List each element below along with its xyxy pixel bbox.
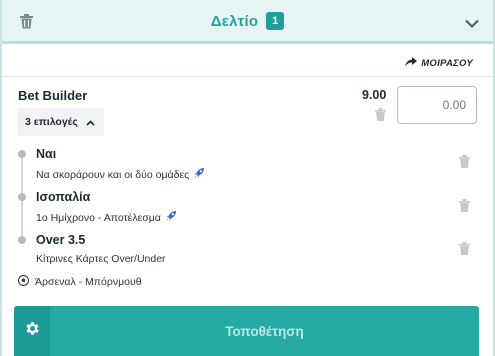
timeline-dot: [18, 236, 26, 244]
total-odds: 9.00: [362, 88, 387, 102]
selection-count-badge: 1: [266, 12, 285, 30]
share-arrow-icon: [405, 54, 418, 72]
leg-title: Over 3.5: [36, 233, 86, 247]
match-name: Άρσεναλ - Μπόρνμουθ: [35, 276, 142, 288]
rocket-icon: [193, 167, 205, 182]
settings-button[interactable]: [14, 306, 50, 356]
leg-market-label: 1ο Ημίχρονο - Αποτέλεσμα: [36, 211, 161, 224]
trash-icon[interactable]: [459, 155, 470, 173]
leg-title: Ισοπαλία: [36, 190, 91, 204]
place-bet-button[interactable]: Τοποθέτηση: [50, 306, 479, 356]
chevron-up-icon: [86, 113, 95, 131]
divider: [2, 76, 493, 77]
rocket-icon: [165, 210, 177, 225]
leg-market-label: Να σκοράρουν και οι δύο ομάδες: [36, 168, 190, 181]
bet-builder-title: Bet Builder: [18, 88, 88, 103]
place-bet-bar: Τοποθέτηση: [14, 306, 479, 356]
timeline-dot: [18, 150, 26, 158]
share-button[interactable]: ΜΟΙΡΑΣΟΥ: [405, 54, 473, 72]
leg-market: Να σκοράρουν και οι δύο ομάδες: [36, 167, 205, 182]
football-icon: [18, 275, 29, 289]
betslip-title: Δελτίο: [210, 12, 259, 30]
leg-market: Κίτρινες Κάρτες Over/Under: [36, 253, 166, 265]
leg-market-label: Κίτρινες Κάρτες Over/Under: [36, 253, 166, 265]
trash-icon[interactable]: [459, 199, 470, 217]
leg-market: 1ο Ημίχρονο - Αποτέλεσμα: [36, 210, 177, 225]
timeline-dot: [18, 193, 26, 201]
match-info: Άρσεναλ - Μπόρνμουθ: [18, 275, 142, 289]
trash-icon[interactable]: [459, 242, 470, 260]
chevron-down-icon[interactable]: [465, 15, 479, 33]
trash-icon[interactable]: [375, 108, 386, 126]
share-label: ΜΟΙΡΑΣΟΥ: [421, 57, 473, 69]
leg-title: Ναι: [36, 147, 57, 161]
gear-icon: [24, 320, 41, 342]
selections-toggle-label: 3 επιλογές: [25, 116, 78, 128]
selections-toggle[interactable]: 3 επιλογές: [17, 108, 104, 136]
stake-input[interactable]: [397, 86, 477, 124]
betslip-header[interactable]: Δελτίο 1: [2, 0, 493, 44]
